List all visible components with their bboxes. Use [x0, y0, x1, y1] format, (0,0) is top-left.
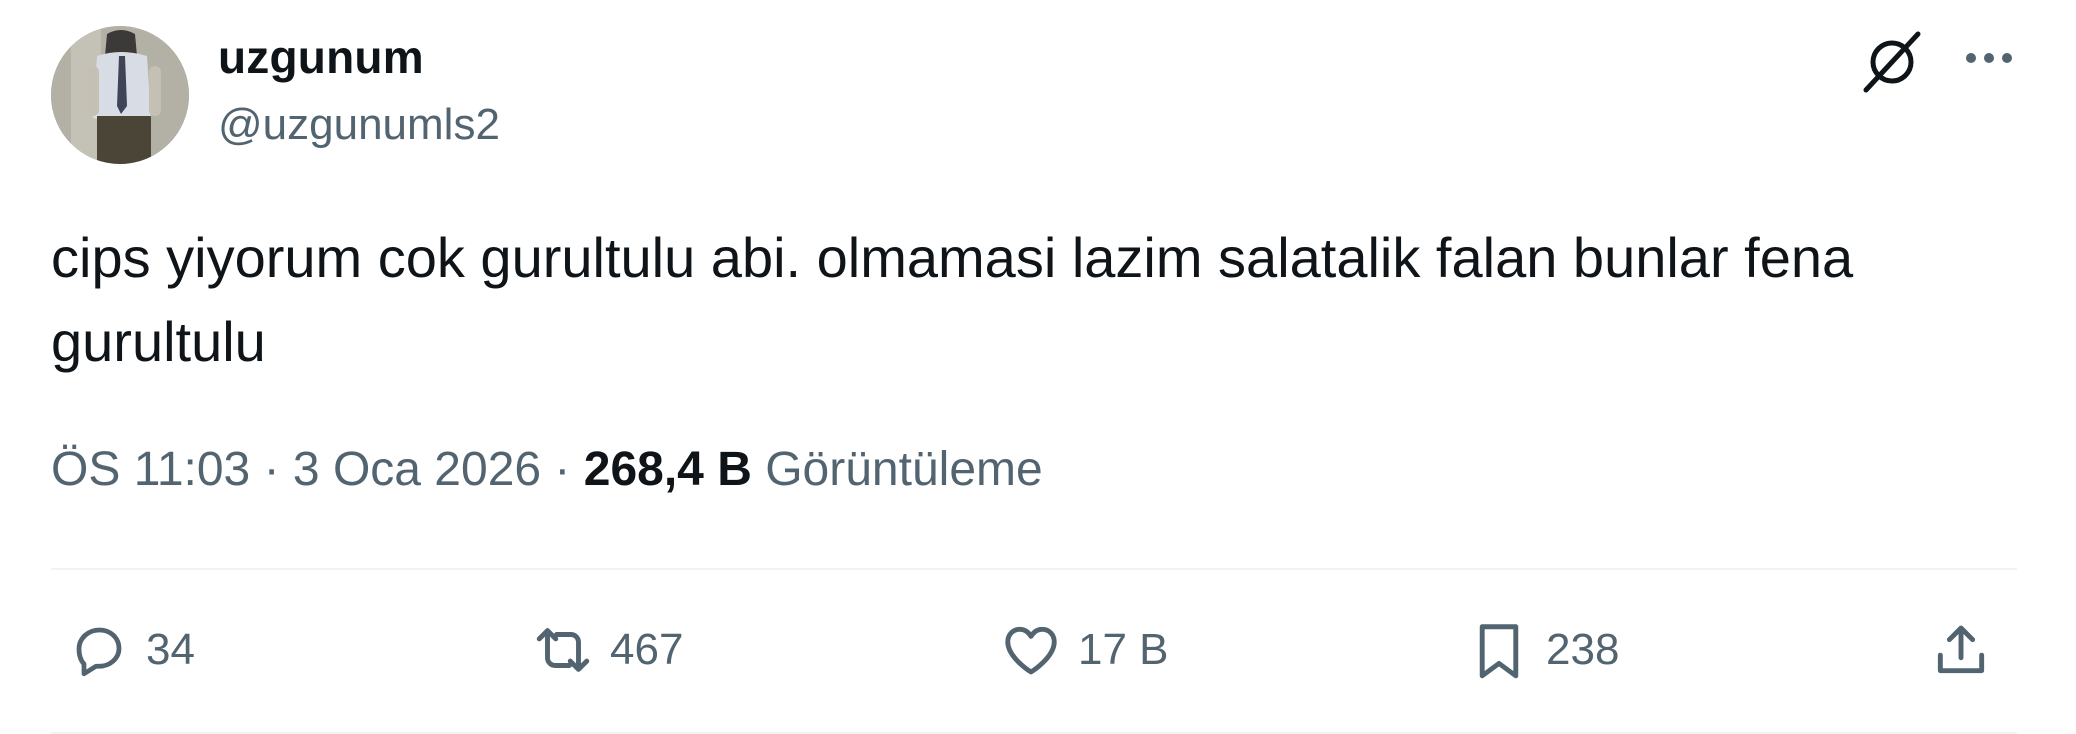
more-options-button[interactable] [1956, 30, 2022, 90]
tweet-card: uzgunum @uzgunumls2 cips yiyorum cok gur… [0, 0, 2076, 734]
retweet-count: 467 [610, 625, 684, 674]
like-count: 17 B [1078, 625, 1169, 674]
tweet-text: cips yiyorum cok gurultulu abi. olmamasi… [51, 226, 1854, 373]
retweet-icon [530, 617, 596, 683]
more-icon [1964, 51, 2014, 70]
display-name[interactable]: uzgunum [218, 30, 424, 84]
grok-button[interactable] [1856, 28, 1928, 100]
tweet-date[interactable]: 3 Oca 2026 [293, 443, 541, 496]
like-button[interactable]: 17 B [998, 615, 1169, 685]
share-icon [1928, 617, 1994, 683]
grok-icon [1857, 27, 1927, 102]
meta-separator: · [250, 443, 293, 496]
divider [51, 568, 2017, 570]
user-handle[interactable]: @uzgunumls2 [218, 100, 500, 150]
reply-count: 34 [146, 625, 195, 674]
bookmark-icon [1466, 617, 1532, 683]
reply-button[interactable]: 34 [66, 615, 195, 685]
avatar[interactable] [51, 26, 189, 164]
share-button[interactable] [1928, 615, 1994, 685]
tweet-time[interactable]: ÖS 11:03 [51, 443, 250, 496]
bookmark-count: 238 [1546, 625, 1620, 674]
heart-icon [998, 617, 1064, 683]
views-count[interactable]: 268,4 B [584, 443, 752, 496]
retweet-button[interactable]: 467 [530, 615, 683, 685]
views-label: Görüntüleme [751, 443, 1043, 496]
avatar-image [51, 26, 189, 164]
bookmark-button[interactable]: 238 [1466, 615, 1619, 685]
tweet-meta: ÖS 11:03 · 3 Oca 2026 · 268,4 B Görüntül… [51, 442, 1043, 497]
meta-separator: · [541, 443, 584, 496]
reply-icon [66, 617, 132, 683]
